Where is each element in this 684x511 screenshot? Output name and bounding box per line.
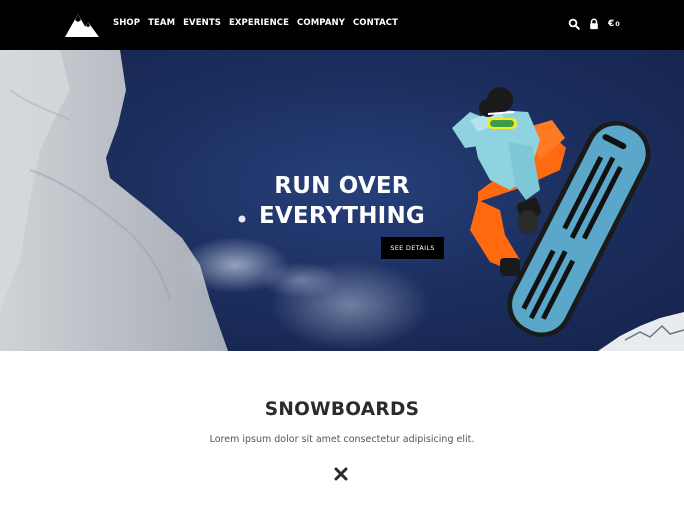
nav-tools: € 0: [568, 16, 620, 32]
cart-currency: €: [608, 19, 615, 29]
hero-title: RUN OVER EVERYTHING: [250, 171, 434, 231]
nav-item-events[interactable]: EVENTS: [183, 18, 221, 28]
nav-item-contact[interactable]: CONTACT: [353, 18, 398, 28]
hero-title-line-1: RUN OVER: [274, 173, 410, 199]
search-icon[interactable]: [568, 18, 580, 30]
main-nav: SHOP TEAM EVENTS EXPERIENCE COMPANY CONT…: [113, 18, 406, 28]
nav-item-experience[interactable]: EXPERIENCE: [229, 18, 289, 28]
lock-icon[interactable]: [588, 18, 600, 30]
mountain-logo-icon[interactable]: [64, 10, 100, 38]
nav-item-shop[interactable]: SHOP: [113, 18, 140, 28]
hero-banner: RUN OVER EVERYTHING SEE DETAILS: [0, 50, 684, 351]
nav-item-team[interactable]: TEAM: [148, 18, 175, 28]
close-icon[interactable]: [333, 466, 349, 482]
section-description: Lorem ipsum dolor sit amet consectetur a…: [209, 434, 475, 445]
nav-item-company[interactable]: COMPANY: [297, 18, 345, 28]
see-details-button[interactable]: SEE DETAILS: [381, 237, 444, 259]
top-navbar: SHOP TEAM EVENTS EXPERIENCE COMPANY CONT…: [0, 0, 684, 50]
cart-count: 0: [615, 20, 620, 28]
hero-title-line-2: EVERYTHING: [259, 203, 425, 229]
section-title: SNOWBOARDS: [264, 399, 420, 420]
cart-button[interactable]: € 0: [608, 19, 620, 29]
